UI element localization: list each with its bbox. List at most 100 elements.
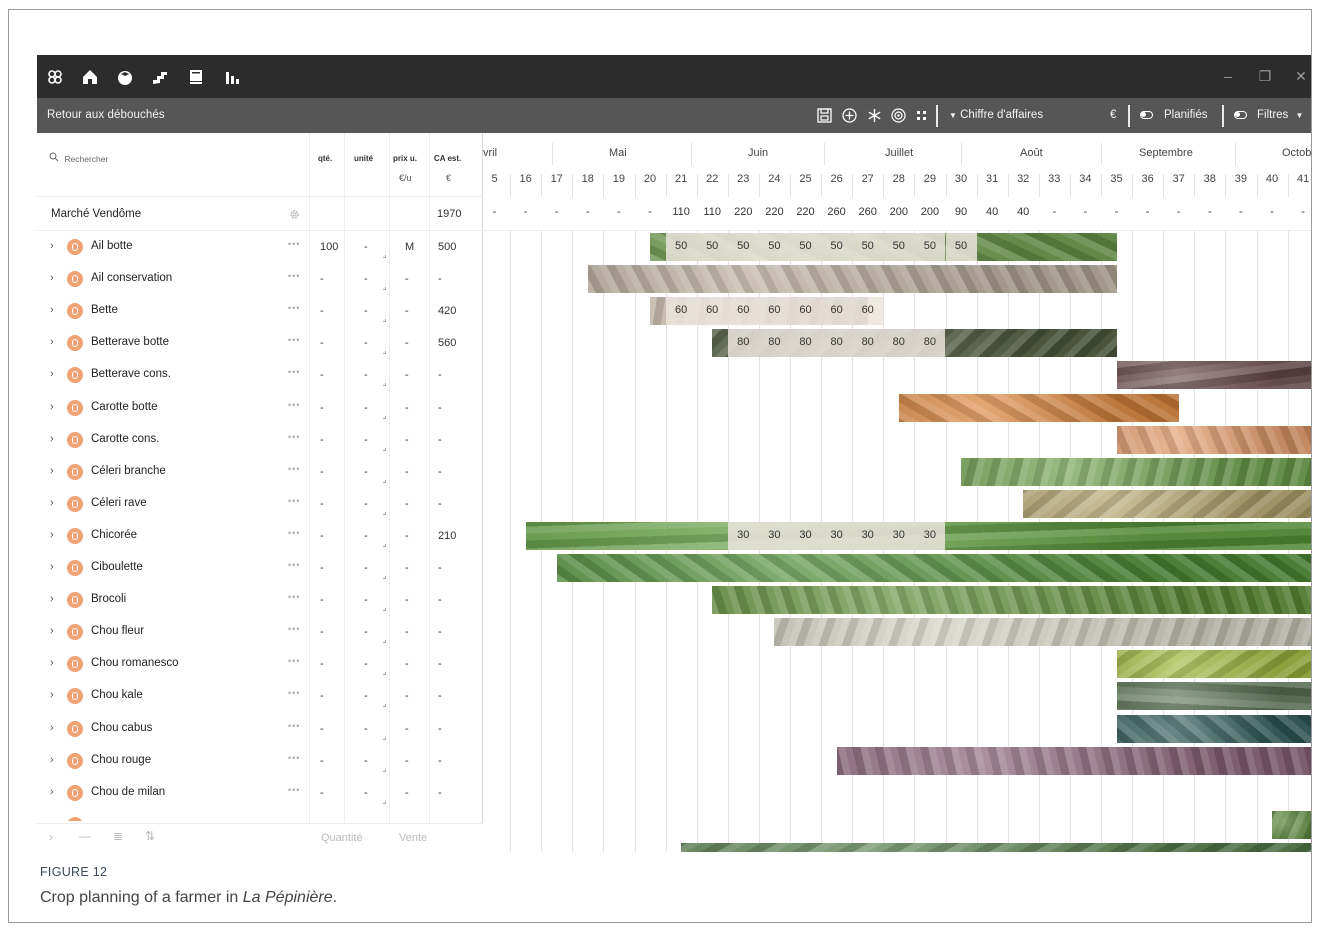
price-cell[interactable]: - xyxy=(405,273,409,285)
crop-bar-carrot[interactable] xyxy=(898,393,1179,422)
unit-dropdown-icon[interactable] xyxy=(383,255,386,258)
chevron-right-icon[interactable]: › xyxy=(50,593,54,605)
chevron-right-icon[interactable]: › xyxy=(50,304,54,316)
unit-dropdown-icon[interactable] xyxy=(383,351,386,355)
flower-icon[interactable] xyxy=(43,65,67,89)
crop-row[interactable]: › xyxy=(37,809,483,821)
unit-cell[interactable]: - xyxy=(364,755,368,767)
gear-icon[interactable] xyxy=(289,207,300,225)
chevron-right-icon[interactable]: › xyxy=(50,497,54,509)
qty-cell[interactable]: - xyxy=(320,530,324,542)
unit-dropdown-icon[interactable] xyxy=(383,704,386,708)
qty-cell[interactable]: - xyxy=(320,594,324,606)
price-cell[interactable]: - xyxy=(405,562,409,574)
crop-bar-romanesco[interactable] xyxy=(1116,650,1311,679)
more-options-icon[interactable]: ••• xyxy=(288,335,300,345)
unit-dropdown-icon[interactable] xyxy=(383,319,386,323)
unit-cell[interactable]: - xyxy=(364,690,368,702)
crop-bar-celery[interactable] xyxy=(961,457,1311,486)
qty-cell[interactable]: - xyxy=(320,562,324,574)
crop-bar-carrot-store[interactable] xyxy=(1116,425,1311,454)
restore-button[interactable]: ❐ xyxy=(1256,66,1274,86)
price-cell[interactable]: - xyxy=(405,530,409,542)
more-options-icon[interactable]: ••• xyxy=(288,592,300,602)
more-options-icon[interactable]: ••• xyxy=(288,239,300,249)
unit-dropdown-icon[interactable] xyxy=(383,383,386,387)
qty-cell[interactable]: - xyxy=(320,787,324,799)
unit-dropdown-icon[interactable] xyxy=(383,287,386,291)
crop-bar-brussels[interactable] xyxy=(1272,810,1311,839)
chevron-right-icon[interactable]: › xyxy=(50,625,54,637)
price-header[interactable]: prix u. xyxy=(393,154,417,163)
chevron-right-icon[interactable]: › xyxy=(50,529,54,541)
chevron-right-icon[interactable]: › xyxy=(50,401,54,413)
add-circle-icon[interactable] xyxy=(840,106,858,124)
more-options-icon[interactable]: ••• xyxy=(288,271,300,281)
save-icon[interactable] xyxy=(815,106,833,124)
unit-dropdown-icon[interactable] xyxy=(383,576,386,579)
unit-cell[interactable]: - xyxy=(364,626,368,638)
home-icon[interactable] xyxy=(78,65,102,89)
unit-cell[interactable]: - xyxy=(364,337,368,349)
more-options-icon[interactable]: ••• xyxy=(288,432,300,442)
chevron-right-icon[interactable]: › xyxy=(50,818,54,821)
more-options-icon[interactable]: ••• xyxy=(288,464,300,474)
back-to-outlets-link[interactable]: Retour aux débouchés xyxy=(47,109,165,121)
crop-bar-beet-store[interactable] xyxy=(1116,361,1311,390)
qty-cell[interactable]: - xyxy=(320,690,324,702)
chevron-right-icon[interactable]: › xyxy=(50,368,54,380)
qty-cell[interactable]: - xyxy=(320,369,324,381)
price-cell[interactable]: - xyxy=(405,658,409,670)
chevron-right-icon[interactable]: › xyxy=(50,786,54,798)
unit-cell[interactable]: - xyxy=(364,273,368,285)
more-options-icon[interactable]: ••• xyxy=(288,721,300,731)
collapse-icon[interactable]: — xyxy=(79,829,91,843)
stairs-icon[interactable] xyxy=(148,65,172,89)
crop-row[interactable]: › Chicorée ••• - - - 210 xyxy=(37,520,483,552)
tomato-icon[interactable] xyxy=(113,65,137,89)
unit-cell[interactable]: - xyxy=(364,434,368,446)
unit-cell[interactable]: - xyxy=(364,594,368,606)
price-cell[interactable]: - xyxy=(405,755,409,767)
unit-cell[interactable]: - xyxy=(364,658,368,670)
ca-header[interactable]: CA est. xyxy=(434,154,461,163)
chevron-right-icon[interactable]: › xyxy=(50,336,54,348)
unit-header[interactable]: unité xyxy=(354,154,373,163)
price-cell[interactable]: - xyxy=(405,690,409,702)
snowflake-icon[interactable] xyxy=(865,106,883,124)
crop-bar-cabbage[interactable] xyxy=(1116,714,1311,743)
more-options-icon[interactable]: ••• xyxy=(288,624,300,634)
more-options-icon[interactable]: ••• xyxy=(288,753,300,763)
unit-cell[interactable]: - xyxy=(364,562,368,574)
more-options-icon[interactable]: ••• xyxy=(288,367,300,377)
chevron-right-icon[interactable]: › xyxy=(50,722,54,734)
qty-cell[interactable]: - xyxy=(320,273,324,285)
target-icon[interactable] xyxy=(889,106,907,124)
unit-dropdown-icon[interactable] xyxy=(383,511,386,515)
more-options-icon[interactable]: ••• xyxy=(288,528,300,538)
crop-bar-garlic[interactable] xyxy=(587,265,1117,294)
chevron-right-icon[interactable]: › xyxy=(50,433,54,445)
price-cell[interactable]: - xyxy=(405,305,409,317)
qty-cell[interactable]: - xyxy=(320,723,324,735)
price-cell[interactable]: - xyxy=(405,787,409,799)
chevron-right-icon[interactable]: › xyxy=(50,561,54,573)
unit-dropdown-icon[interactable] xyxy=(383,479,386,483)
unit-cell[interactable]: - xyxy=(364,498,368,510)
more-options-icon[interactable]: ••• xyxy=(288,560,300,570)
qty-cell[interactable]: 100 xyxy=(320,241,338,253)
crop-bar-red-cabbage[interactable] xyxy=(836,746,1311,775)
filters-dropdown[interactable]: Filtres ▼ xyxy=(1257,109,1303,121)
qty-cell[interactable]: - xyxy=(320,466,324,478)
crop-row[interactable]: › Carotte botte ••• - - - - xyxy=(37,392,483,424)
crop-row[interactable]: › Céleri rave ••• - - - - xyxy=(37,488,483,520)
unit-cell[interactable]: - xyxy=(364,369,368,381)
chevron-right-icon[interactable]: › xyxy=(50,272,54,284)
crop-row[interactable]: › Ciboulette ••• - - - - xyxy=(37,552,483,584)
group-row[interactable]: Marché Vendôme 1970 xyxy=(37,197,483,231)
minimize-button[interactable]: – xyxy=(1219,66,1237,86)
crop-row[interactable]: › Betterave botte ••• - - - 560 xyxy=(37,327,483,359)
price-cell[interactable]: - xyxy=(405,369,409,381)
more-options-icon[interactable]: ••• xyxy=(288,785,300,795)
qty-cell[interactable]: - xyxy=(320,434,324,446)
